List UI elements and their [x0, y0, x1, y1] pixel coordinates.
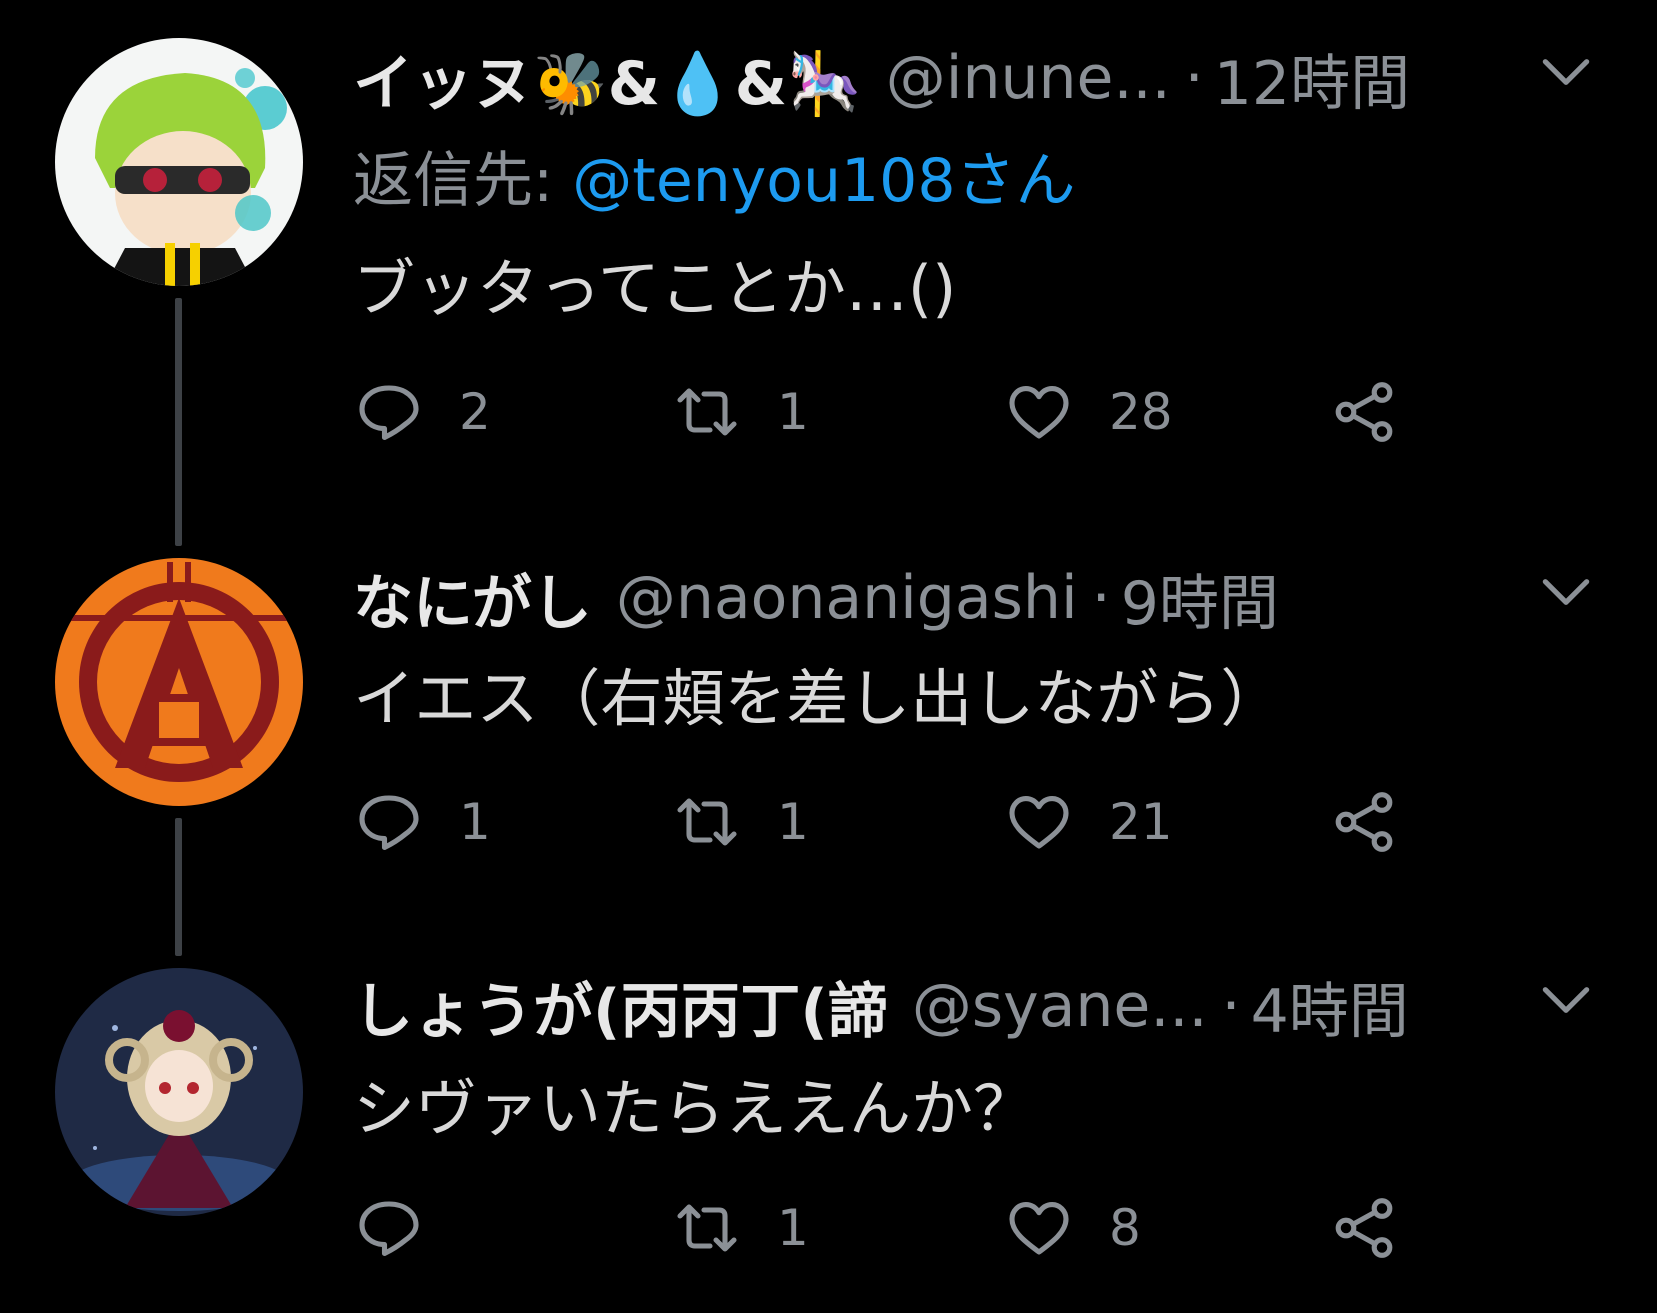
action-bar: 2 1 28: [353, 372, 1453, 452]
action-bar: 1 1 21: [353, 782, 1453, 862]
heart-icon: [1009, 386, 1069, 439]
reply-to-line: 返信先: @tenyou108さん: [353, 132, 1076, 219]
retweet-button[interactable]: 1: [671, 1188, 809, 1268]
avatar-image: [55, 968, 303, 1216]
avatar[interactable]: [55, 38, 303, 286]
chevron-down-icon[interactable]: [1535, 969, 1597, 1031]
share-button[interactable]: [1328, 1188, 1400, 1268]
separator-dot: ·: [1184, 43, 1204, 113]
display-name[interactable]: イッヌ🐝&💧&🎠: [353, 35, 862, 122]
share-button[interactable]: [1328, 372, 1400, 452]
timestamp[interactable]: 4時間: [1251, 963, 1409, 1050]
avatar-image: [55, 38, 303, 286]
retweet-icon: [677, 798, 737, 846]
share-icon: [1335, 382, 1393, 442]
chevron-down-icon[interactable]: [1535, 561, 1597, 623]
like-button[interactable]: 8: [1003, 1188, 1141, 1268]
tweet-text: イエス（右頬を差し出しながら）: [353, 662, 1283, 735]
tweet-header: イッヌ🐝&💧&🎠 @inune... · 12時間: [353, 38, 1410, 119]
retweet-button[interactable]: 1: [671, 782, 809, 862]
thread-line: [175, 298, 182, 546]
user-handle[interactable]: @inune...: [886, 43, 1171, 113]
speech-bubble-icon: [359, 795, 419, 851]
like-count: 21: [1109, 793, 1173, 851]
retweet-icon: [677, 1204, 737, 1252]
speech-bubble-icon: [359, 1201, 419, 1257]
speech-bubble-icon: [359, 385, 419, 441]
retweet-count: 1: [777, 383, 809, 441]
avatar-image: [55, 558, 303, 806]
reply-count: 1: [459, 793, 491, 851]
share-icon: [1335, 1198, 1393, 1258]
retweet-button[interactable]: 1: [671, 372, 809, 452]
tweet-header: しょうが(丙丙丁(諦 @syane... · 4時間: [353, 966, 1409, 1047]
reply-button[interactable]: 2: [353, 372, 491, 452]
like-count: 8: [1109, 1199, 1141, 1257]
avatar[interactable]: [55, 968, 303, 1216]
reply-to-mention[interactable]: @tenyou108さん: [572, 146, 1075, 216]
retweet-count: 1: [777, 1199, 809, 1257]
timestamp[interactable]: 12時間: [1214, 35, 1410, 122]
user-handle[interactable]: @naonanigashi: [616, 563, 1078, 633]
action-bar: 1 8: [353, 1188, 1453, 1268]
share-icon: [1335, 792, 1393, 852]
reply-count: 2: [459, 383, 491, 441]
like-button[interactable]: 21: [1003, 782, 1173, 862]
reply-to-label: 返信先:: [353, 146, 554, 216]
separator-dot: ·: [1091, 563, 1111, 633]
tweet-text: ブッタってことか…(): [353, 252, 957, 325]
user-handle[interactable]: @syane...: [912, 971, 1208, 1041]
heart-icon: [1009, 796, 1069, 849]
timestamp[interactable]: 9時間: [1121, 555, 1279, 642]
reply-button[interactable]: 1: [353, 782, 491, 862]
separator-dot: ·: [1221, 971, 1241, 1041]
reply-button[interactable]: [353, 1188, 459, 1268]
tweet-header: なにがし @naonanigashi · 9時間: [353, 558, 1279, 639]
like-button[interactable]: 28: [1003, 372, 1173, 452]
like-count: 28: [1109, 383, 1173, 441]
display-name[interactable]: しょうが(丙丙丁(諦: [353, 963, 888, 1050]
chevron-down-icon[interactable]: [1535, 41, 1597, 103]
avatar[interactable]: [55, 558, 303, 806]
retweet-icon: [677, 388, 737, 436]
heart-icon: [1009, 1202, 1069, 1255]
retweet-count: 1: [777, 793, 809, 851]
thread-line: [175, 818, 182, 956]
tweet-text: シヴァいたらええんか？: [353, 1072, 1036, 1145]
share-button[interactable]: [1328, 782, 1400, 862]
display-name[interactable]: なにがし: [353, 555, 592, 642]
